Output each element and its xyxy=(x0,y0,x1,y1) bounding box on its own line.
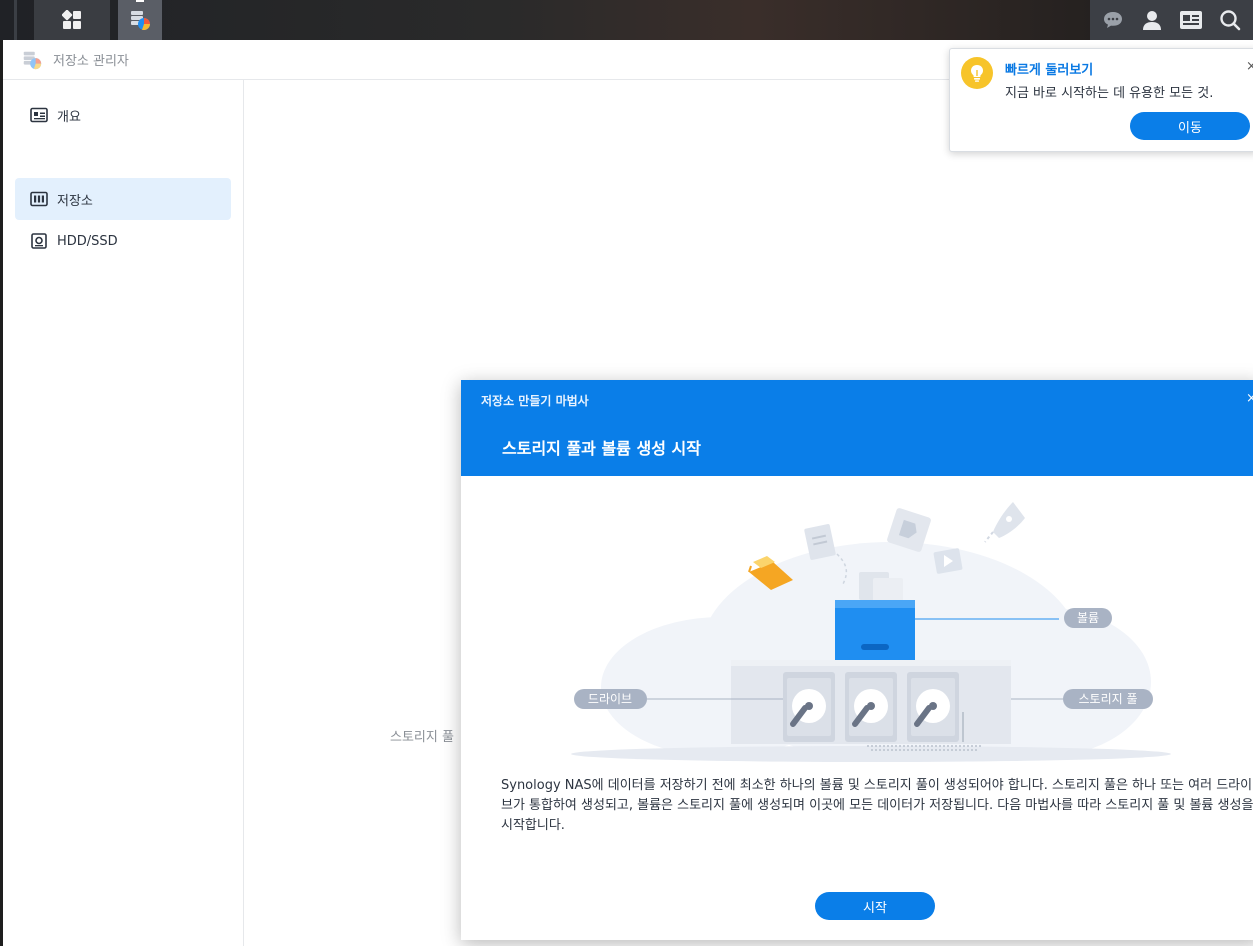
sidebar-item-label: 개요 xyxy=(57,109,81,125)
storage-creation-wizard: 저장소 만들기 마법사 스토리지 풀과 볼륨 생성 시작 × 볼륨 드라이브 스… xyxy=(461,380,1253,940)
toast-message: 지금 바로 시작하는 데 유용한 모든 것. xyxy=(1005,86,1214,101)
pool-label: 스토리지 풀 xyxy=(1078,692,1137,706)
taskbar xyxy=(0,0,1253,40)
toast-go-button[interactable]: 이동 xyxy=(1130,112,1250,140)
search-icon[interactable] xyxy=(1215,5,1245,35)
taskbar-left-edge xyxy=(14,0,17,40)
storage-pool-block xyxy=(731,660,1011,751)
main-menu-button[interactable] xyxy=(34,0,110,40)
toast-title: 빠르게 둘러보기 xyxy=(1005,63,1094,78)
chat-icon[interactable] xyxy=(1098,5,1128,35)
volume-block xyxy=(835,600,915,660)
taskbar-storage-manager-button[interactable] xyxy=(118,0,162,40)
start-button[interactable]: 시작 xyxy=(815,892,935,920)
sidebar-item-storage[interactable]: 저장소 xyxy=(15,178,231,220)
window-title: 저장소 관리자 xyxy=(53,54,129,69)
hdd-drive-2 xyxy=(845,672,897,742)
wizard-close-button[interactable]: × xyxy=(1246,391,1253,406)
active-indicator xyxy=(136,0,144,2)
overview-icon xyxy=(30,107,48,123)
volume-label-pill: 볼륨 xyxy=(1064,608,1112,628)
wizard-window-title: 저장소 만들기 마법사 xyxy=(481,394,589,408)
rocket-icon xyxy=(984,502,1025,543)
sidebar: 개요 저장소 HDD/SSD xyxy=(3,80,244,946)
storage-icon xyxy=(30,191,48,207)
widgets-icon[interactable] xyxy=(1176,5,1206,35)
sidebar-item-label: HDD/SSD xyxy=(57,233,118,249)
sidebar-item-hdd-ssd[interactable]: HDD/SSD xyxy=(15,220,231,262)
volume-label: 볼륨 xyxy=(1077,611,1099,625)
storage-pool-volume-illustration: 볼륨 드라이브 스토리지 풀 xyxy=(571,502,1171,762)
hdd-icon xyxy=(31,233,47,249)
hdd-drive-1 xyxy=(783,672,835,742)
quick-tour-notification: 빠르게 둘러보기 지금 바로 시작하는 데 유용한 모든 것. × 이동 xyxy=(949,48,1253,152)
wizard-heading: 스토리지 풀과 볼륨 생성 시작 xyxy=(502,439,701,458)
content-hint: 스토리지 풀 xyxy=(390,730,454,745)
storage-manager-icon xyxy=(131,11,151,31)
lightbulb-icon xyxy=(961,57,993,89)
storage-manager-icon xyxy=(23,51,42,69)
user-icon[interactable] xyxy=(1137,5,1167,35)
drive-label-pill: 드라이브 xyxy=(574,689,647,709)
toast-close-button[interactable]: × xyxy=(1246,59,1253,74)
pool-label-pill: 스토리지 풀 xyxy=(1063,689,1153,709)
app-grid-icon xyxy=(62,10,81,29)
drive-label: 드라이브 xyxy=(588,692,632,706)
hdd-drive-3 xyxy=(907,672,959,742)
wizard-header: 저장소 만들기 마법사 스토리지 풀과 볼륨 생성 시작 × xyxy=(461,380,1253,476)
wizard-description: Synology NAS에 데이터를 저장하기 전에 최소한 하나의 볼륨 및 … xyxy=(501,778,1253,833)
taskbar-tray xyxy=(1090,0,1253,40)
video-icon xyxy=(933,548,963,574)
sidebar-item-label: 저장소 xyxy=(57,193,93,209)
sidebar-item-overview[interactable]: 개요 xyxy=(15,94,231,136)
